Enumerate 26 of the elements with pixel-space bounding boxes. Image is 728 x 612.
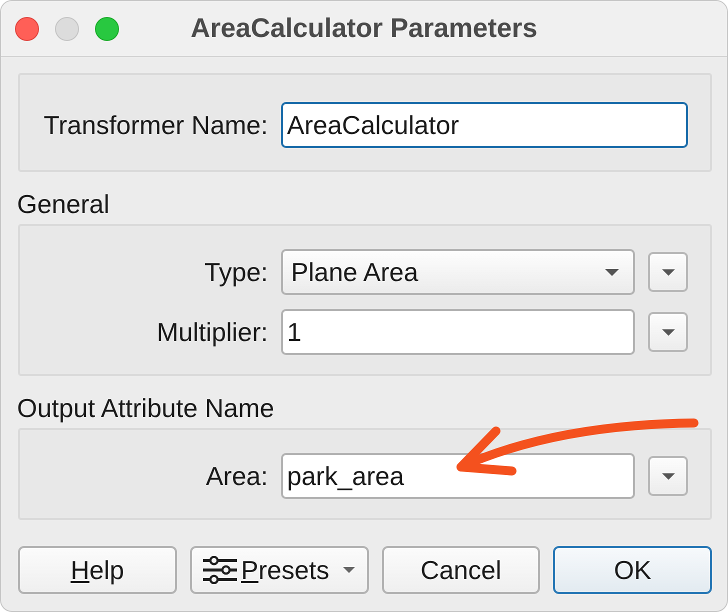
field-label: Type: (204, 257, 268, 287)
text-field[interactable]: AreaCalculator (281, 102, 688, 148)
presets-menu-button[interactable]: Presets (190, 546, 369, 594)
sliders-icon (203, 556, 238, 584)
field-menu-button[interactable] (648, 312, 688, 352)
type-dropdown[interactable]: Plane Area (281, 249, 635, 295)
caret-icon (662, 328, 674, 336)
section-title: General (17, 190, 110, 218)
caret-icon (605, 268, 619, 276)
field-menu-button[interactable] (648, 456, 688, 496)
field-label: Multiplier: (156, 317, 268, 347)
caret-icon (662, 268, 674, 276)
field-label: Transformer Name: (44, 110, 268, 140)
dialog-button[interactable]: Cancel (382, 546, 540, 594)
section-title: Output Attribute Name (17, 394, 276, 422)
close-button[interactable] (15, 16, 39, 40)
window-title: AreaCalculator Parameters (190, 13, 538, 44)
field-menu-button[interactable] (648, 252, 688, 292)
caret-icon (343, 567, 356, 573)
zoom-button[interactable] (95, 16, 119, 40)
text-field[interactable]: 1 (281, 309, 635, 355)
field-label: Area: (206, 461, 268, 491)
text-field[interactable]: park_area (281, 453, 635, 499)
dialog-button[interactable]: Help (18, 546, 177, 594)
caret-icon (662, 472, 674, 480)
dialog-button[interactable]: OK (553, 546, 712, 594)
